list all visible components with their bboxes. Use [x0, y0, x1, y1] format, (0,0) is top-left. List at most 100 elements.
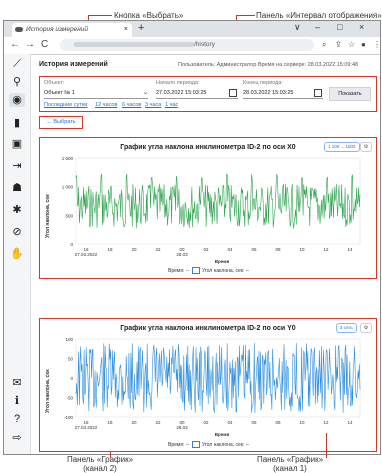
- reload-icon[interactable]: C: [41, 39, 48, 50]
- back-arrow-icon[interactable]: ←: [10, 39, 20, 50]
- end-date-input[interactable]: 28.03.2022 15:03:25: [243, 88, 323, 99]
- x-date-label: 28.03: [176, 252, 188, 257]
- x-tick-label: 14: [347, 247, 353, 252]
- url-input[interactable]: /history: [60, 39, 314, 51]
- x-tick-label: 10: [299, 247, 305, 252]
- sidebar-item-users-icon[interactable]: ☗: [9, 181, 25, 195]
- x-tick-label: 02: [203, 247, 209, 252]
- y-tick-label: -100: [64, 415, 74, 420]
- sidebar-item-chart-icon[interactable]: ▮: [9, 116, 25, 130]
- forward-arrow-icon[interactable]: →: [25, 39, 35, 50]
- chart-legend: Время: -- Угол наклона, сек: --: [168, 441, 249, 448]
- x-axis-label: Время: [215, 432, 230, 437]
- chart-plot[interactable]: 1 5001 000500016 18 20 22 00 02 04 06 08 10 12 1427…: [40, 138, 376, 278]
- x-tick-label: 08: [275, 420, 281, 425]
- sidebar-item-eye-icon[interactable]: ◉: [9, 93, 25, 107]
- x-tick-label: 02: [203, 420, 209, 425]
- annotation-text: Панель «График»: [66, 455, 134, 464]
- tab-search-icon[interactable]: ∨: [294, 22, 301, 33]
- sidebar-item-help-icon[interactable]: ?: [9, 412, 25, 426]
- x-tick-label: 18: [107, 420, 113, 425]
- y-tick-label: 1 000: [62, 185, 74, 190]
- sidebar-item-calendar-icon[interactable]: ▣: [9, 137, 25, 151]
- browser-window: История измерений × + ∨ – □ × ← → C /his…: [3, 20, 381, 455]
- bookmark-star-icon[interactable]: ☆: [348, 40, 355, 49]
- zoom-icon[interactable]: ⌕: [322, 40, 326, 50]
- x-tick-label: 12: [323, 247, 329, 252]
- close-window-button[interactable]: ×: [359, 22, 364, 32]
- chart-panel-2: График угла наклона инклинометра ID-2 по…: [39, 318, 377, 452]
- annotation-chart-panel-2: Панель «График» (канал 2): [60, 455, 140, 473]
- x-tick-label: 20: [131, 247, 137, 252]
- sidebar-item-info-icon[interactable]: ℹ: [9, 394, 25, 408]
- sidebar-item-settings-icon[interactable]: ✱: [9, 203, 25, 217]
- legend-swatch-icon[interactable]: [191, 441, 200, 448]
- end-label: Конец периода:: [243, 80, 283, 86]
- x-tick-label: 22: [155, 420, 161, 425]
- y-tick-label: 500: [65, 213, 73, 218]
- menu-dots-icon[interactable]: ⋮: [373, 40, 380, 49]
- annotation-interval-panel: Панель «Интервал отображения»: [256, 11, 382, 20]
- annotation-line: [236, 15, 255, 16]
- quick-range-1h[interactable]: 1 час: [165, 102, 178, 108]
- quick-range-day[interactable]: Последние сутки: [44, 102, 87, 108]
- x-tick-label: 18: [107, 247, 113, 252]
- legend-time: Время: --: [168, 441, 190, 448]
- new-tab-button[interactable]: +: [138, 22, 144, 34]
- show-button[interactable]: Показать: [329, 87, 371, 101]
- tab-bar: История измерений × + ∨ – □ ×: [4, 21, 380, 37]
- calendar-icon[interactable]: [229, 89, 237, 97]
- blurred-url-host: [74, 41, 194, 47]
- browser-tab[interactable]: История измерений ×: [12, 23, 132, 37]
- x-tick-label: 12: [323, 420, 329, 425]
- maximize-button[interactable]: □: [337, 22, 342, 32]
- object-label: Объект:: [44, 80, 65, 86]
- calendar-icon[interactable]: [314, 89, 322, 97]
- sidebar-item-map-pin-icon[interactable]: ⚲: [9, 75, 25, 89]
- legend-series: Угол наклона, сек: --: [201, 441, 250, 448]
- x-tick-label: 20: [131, 420, 137, 425]
- start-date-value: 27.03.2022 15:03:25: [156, 90, 207, 96]
- interval-panel: Объект: Объект № 1 ⌄ Начало периода: 27.…: [39, 76, 377, 112]
- legend-swatch-icon[interactable]: [191, 267, 200, 274]
- quick-range-3h[interactable]: 3 часа: [145, 102, 161, 108]
- annotation-line: [88, 15, 112, 16]
- share-icon[interactable]: ⇪: [335, 40, 342, 49]
- select-back-button[interactable]: ← Выбрать: [39, 116, 83, 129]
- x-date-label: 28.03: [176, 425, 188, 430]
- x-tick-label: 14: [347, 420, 353, 425]
- x-date-label: 27.03.2022: [75, 252, 98, 257]
- series-line: [75, 173, 361, 229]
- sidebar-item-like-icon[interactable]: ✋: [9, 247, 25, 261]
- chart-plot[interactable]: 100500-50-10016 18 20 22 00 02 04 06 08 10 12 1427.…: [40, 319, 376, 451]
- sidebar-logo-icon[interactable]: ⟋: [9, 57, 25, 71]
- quick-range-6h[interactable]: 6 часов: [122, 102, 141, 108]
- sidebar: ⟋ ⚲ ◉ ▮ ▣ ⇥ ☗ ✱ ⊘ ✋ ✉ ℹ ? ⇨: [4, 54, 31, 454]
- sidebar-item-logout-icon[interactable]: ⇥: [9, 159, 25, 173]
- start-date-input[interactable]: 27.03.2022 15:03:25: [156, 88, 238, 99]
- minimize-button[interactable]: –: [315, 22, 320, 32]
- y-tick-label: 0: [70, 242, 73, 247]
- annotation-text: Панель «График»: [256, 455, 324, 464]
- object-select[interactable]: Объект № 1 ⌄: [44, 88, 148, 99]
- site-logo-icon: [15, 27, 23, 32]
- x-tick-label: 08: [275, 247, 281, 252]
- quick-range-12h[interactable]: 12 часов: [95, 102, 117, 108]
- y-tick-label: 1 500: [62, 156, 74, 161]
- address-bar-row: ← → C /history ⌕ ⇪ ☆ ● ⋮: [4, 37, 380, 55]
- annotation-text: (канал 1): [273, 464, 307, 473]
- legend-series: Угол наклона, сек: --: [201, 267, 250, 274]
- tab-close-icon[interactable]: ×: [124, 23, 128, 37]
- annotation-select-button: Кнопка «Выбрать»: [114, 11, 184, 20]
- sidebar-item-exit-icon[interactable]: ⇨: [9, 431, 25, 445]
- sidebar-item-sensors-icon[interactable]: ⊘: [9, 225, 25, 239]
- tab-title: История измерений: [26, 26, 89, 33]
- y-tick-label: 50: [68, 357, 74, 362]
- chart-legend: Время: -- Угол наклона, сек: --: [168, 267, 249, 274]
- main-content: История измерений Пользователь: Админист…: [31, 54, 380, 454]
- sidebar-item-mail-icon[interactable]: ✉: [9, 376, 25, 390]
- page-title: История измерений: [39, 61, 108, 68]
- legend-time: Время: --: [168, 267, 190, 274]
- profile-icon[interactable]: ●: [361, 40, 366, 49]
- y-tick-label: -50: [66, 396, 73, 401]
